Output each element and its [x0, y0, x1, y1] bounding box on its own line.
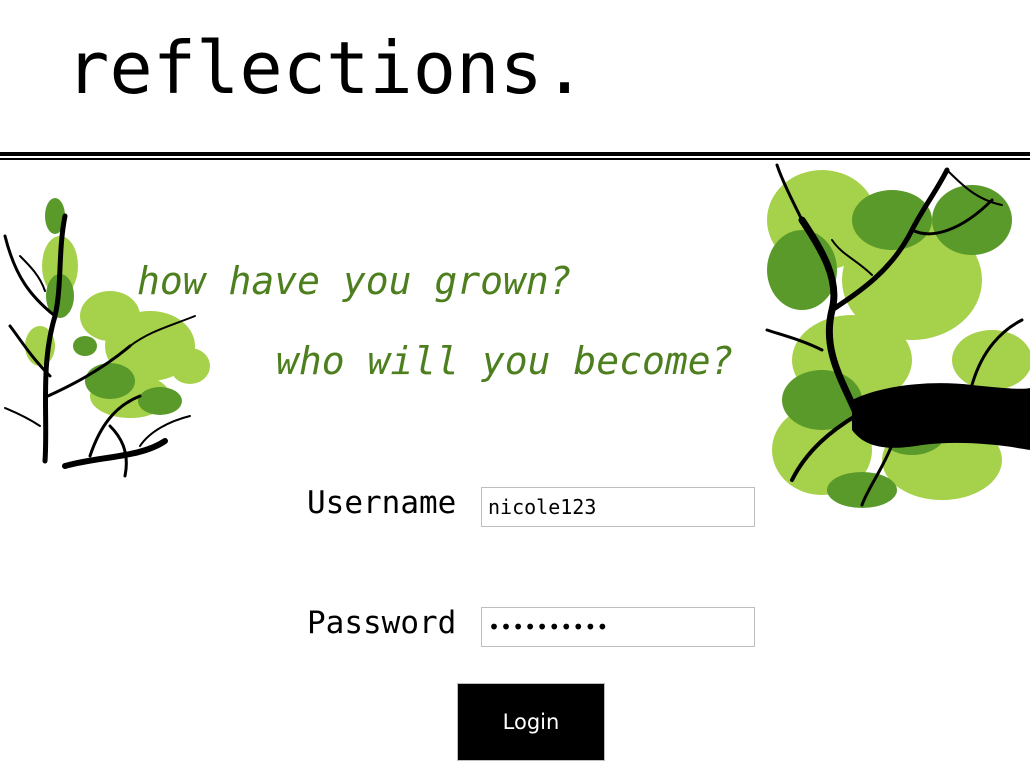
- tree-canopy-illustration: [765, 163, 1030, 508]
- app-title: reflections.: [66, 26, 587, 110]
- password-label: Password: [307, 605, 457, 641]
- username-label: Username: [307, 485, 457, 521]
- tree-branches-illustration: [3, 198, 210, 478]
- password-input[interactable]: [481, 607, 755, 647]
- tagline-line-2: who will you become?: [276, 339, 734, 383]
- header: reflections.: [0, 0, 1030, 152]
- login-button[interactable]: Login: [457, 683, 605, 761]
- trunk: [852, 383, 1030, 450]
- username-input[interactable]: [481, 487, 755, 527]
- header-divider-thick: [0, 152, 1030, 156]
- tagline-line-1: how have you grown?: [137, 259, 572, 303]
